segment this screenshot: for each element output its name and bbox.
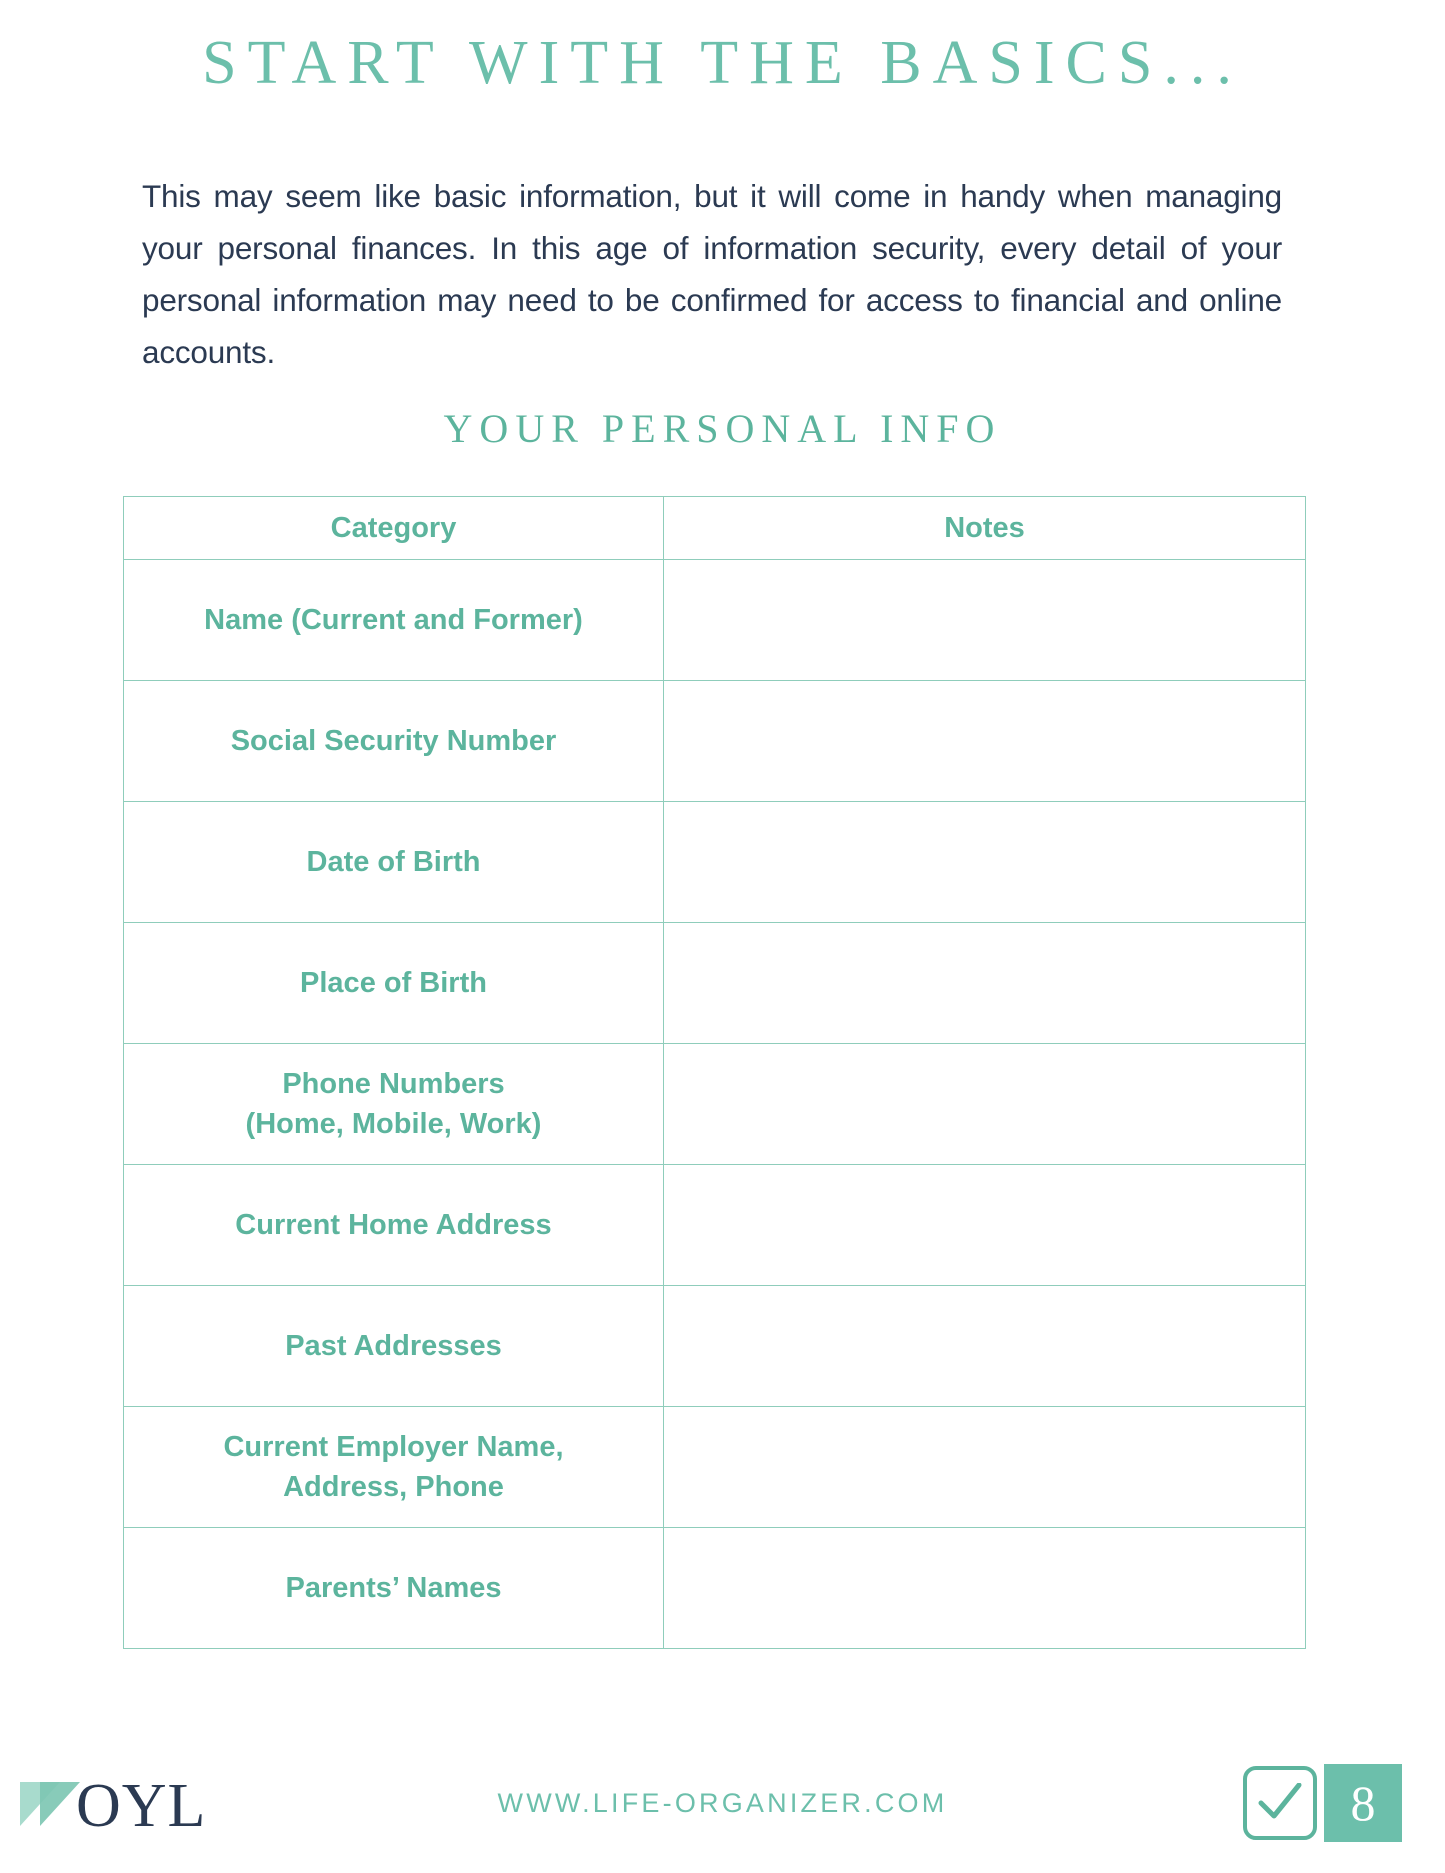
category-cell: Place of Birth	[123, 922, 664, 1044]
notes-cell[interactable]	[663, 801, 1306, 923]
category-label-line1: Place of Birth	[300, 967, 487, 999]
intro-paragraph: This may seem like basic information, bu…	[142, 177, 1282, 370]
footer-website-url[interactable]: WWW.LIFE-ORGANIZER.COM	[0, 1788, 1445, 1819]
table-row: Current Employer Name, Address, Phone	[123, 1406, 1306, 1528]
page-number: 8	[1324, 1764, 1402, 1842]
category-cell: Name (Current and Former)	[123, 559, 664, 681]
category-cell: Parents’ Names	[123, 1527, 664, 1649]
checkmark-icon	[1258, 1783, 1302, 1819]
category-label-line1: Past Addresses	[285, 1330, 502, 1362]
category-label-line1: Current Home Address	[235, 1209, 552, 1241]
category-label-line1: Current Employer Name,	[223, 1431, 564, 1463]
category-label-line1: Parents’ Names	[285, 1572, 502, 1604]
notes-cell[interactable]	[663, 559, 1306, 681]
personal-info-table: Category Notes Name (Current and Former)…	[123, 496, 1306, 1649]
notes-cell[interactable]	[663, 1285, 1306, 1407]
table-body: Name (Current and Former) Social Securit…	[123, 559, 1306, 1649]
notes-cell[interactable]	[663, 922, 1306, 1044]
checkbox-outline[interactable]	[1243, 1766, 1317, 1840]
category-cell: Date of Birth	[123, 801, 664, 923]
worksheet-page: START WITH THE BASICS... This may seem l…	[0, 0, 1445, 1873]
table-row: Current Home Address	[123, 1164, 1306, 1286]
notes-cell[interactable]	[663, 680, 1306, 802]
table-row: Phone Numbers (Home, Mobile, Work)	[123, 1043, 1306, 1165]
table-header: Category Notes	[123, 496, 1306, 560]
notes-cell[interactable]	[663, 1043, 1306, 1165]
table-row: Date of Birth	[123, 801, 1306, 923]
page-title: START WITH THE BASICS...	[202, 29, 1243, 97]
table-row: Place of Birth	[123, 922, 1306, 1044]
category-cell: Current Home Address	[123, 1164, 664, 1286]
notes-cell[interactable]	[663, 1164, 1306, 1286]
notes-cell[interactable]	[663, 1406, 1306, 1528]
category-cell: Current Employer Name, Address, Phone	[123, 1406, 664, 1528]
page-footer: OYL WWW.LIFE-ORGANIZER.COM 8	[0, 1748, 1445, 1873]
column-header-category: Category	[123, 496, 664, 560]
category-cell: Phone Numbers (Home, Mobile, Work)	[123, 1043, 664, 1165]
column-header-notes: Notes	[663, 496, 1306, 560]
table-row: Social Security Number	[123, 680, 1306, 802]
page-number-badge: 8	[1243, 1764, 1402, 1842]
category-label-line2: (Home, Mobile, Work)	[245, 1108, 542, 1140]
category-label-line1: Phone Numbers	[282, 1068, 505, 1100]
table-row: Past Addresses	[123, 1285, 1306, 1407]
table-row: Name (Current and Former)	[123, 559, 1306, 681]
category-label-line1: Social Security Number	[230, 725, 557, 757]
category-label-line2: Address, Phone	[283, 1471, 504, 1503]
category-label-line1: Date of Birth	[306, 846, 481, 878]
category-cell: Past Addresses	[123, 1285, 664, 1407]
table-row: Parents’ Names	[123, 1527, 1306, 1649]
table-header-row: Category Notes	[123, 496, 1306, 560]
section-heading: YOUR PERSONAL INFO	[443, 406, 1002, 451]
category-cell: Social Security Number	[123, 680, 664, 802]
notes-cell[interactable]	[663, 1527, 1306, 1649]
category-label-line1: Name (Current and Former)	[204, 604, 583, 636]
